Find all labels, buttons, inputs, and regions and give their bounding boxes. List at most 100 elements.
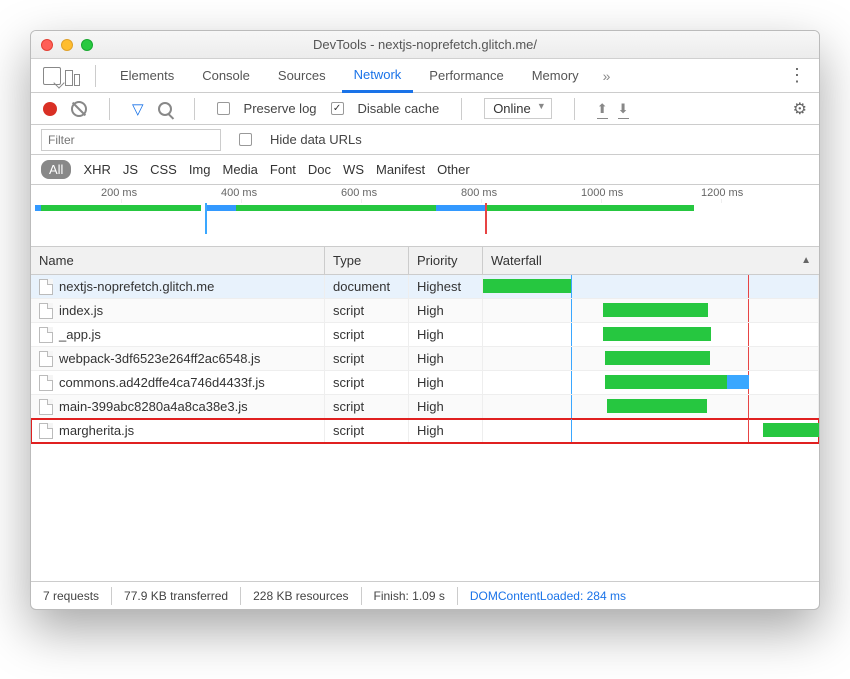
waterfall-cell bbox=[483, 347, 818, 370]
request-name: nextjs-noprefetch.glitch.me bbox=[59, 279, 214, 294]
waterfall-cell bbox=[483, 299, 818, 322]
upload-icon[interactable]: ⬆︎ bbox=[597, 101, 608, 117]
menu-icon[interactable]: ⋮ bbox=[788, 65, 807, 86]
disable-cache-checkbox[interactable] bbox=[331, 102, 344, 115]
filter-type-font[interactable]: Font bbox=[270, 162, 296, 177]
main-tabs: Elements Console Sources Network Perform… bbox=[31, 59, 819, 93]
titlebar: DevTools - nextjs-noprefetch.glitch.me/ bbox=[31, 31, 819, 59]
filter-type-all[interactable]: All bbox=[41, 160, 71, 179]
filter-type-xhr[interactable]: XHR bbox=[83, 162, 110, 177]
request-type: script bbox=[325, 371, 409, 394]
sort-arrow-icon: ▲ bbox=[801, 255, 811, 266]
table-row[interactable]: index.js scriptHigh bbox=[31, 299, 819, 323]
tab-memory[interactable]: Memory bbox=[520, 60, 591, 91]
tick-label: 800 ms bbox=[461, 187, 497, 199]
file-icon bbox=[39, 399, 53, 415]
throttling-select[interactable]: Online bbox=[484, 98, 552, 119]
waterfall-cell bbox=[483, 323, 818, 346]
file-icon bbox=[39, 327, 53, 343]
hide-data-urls-checkbox[interactable] bbox=[239, 133, 252, 146]
filter-icon[interactable]: ▽ bbox=[132, 100, 144, 118]
tick-label: 600 ms bbox=[341, 187, 377, 199]
column-type[interactable]: Type bbox=[325, 247, 409, 274]
tick-label: 200 ms bbox=[101, 187, 137, 199]
request-priority: High bbox=[409, 395, 483, 418]
file-icon bbox=[39, 303, 53, 319]
disable-cache-label: Disable cache bbox=[358, 101, 440, 116]
table-header: Name Type Priority Waterfall▲ bbox=[31, 247, 819, 275]
status-requests: 7 requests bbox=[43, 589, 99, 603]
tab-network[interactable]: Network bbox=[342, 59, 414, 93]
file-icon bbox=[39, 351, 53, 367]
file-icon bbox=[39, 279, 53, 295]
settings-icon[interactable]: ⚙ bbox=[793, 99, 807, 119]
record-button[interactable] bbox=[43, 102, 57, 116]
more-tabs-icon[interactable]: » bbox=[595, 68, 619, 84]
filter-type-ws[interactable]: WS bbox=[343, 162, 364, 177]
column-waterfall[interactable]: Waterfall▲ bbox=[483, 247, 819, 274]
waterfall-cell bbox=[483, 275, 818, 298]
filter-type-js[interactable]: JS bbox=[123, 162, 138, 177]
filter-type-media[interactable]: Media bbox=[222, 162, 257, 177]
request-type: script bbox=[325, 347, 409, 370]
waterfall-cell bbox=[483, 395, 818, 418]
filter-type-doc[interactable]: Doc bbox=[308, 162, 331, 177]
network-toolbar: ▽ Preserve log Disable cache Online ⬆︎ ⬇… bbox=[31, 93, 819, 125]
tab-console[interactable]: Console bbox=[190, 60, 262, 91]
request-priority: Highest bbox=[409, 275, 483, 298]
filter-input[interactable] bbox=[41, 129, 221, 151]
filter-type-css[interactable]: CSS bbox=[150, 162, 177, 177]
waterfall-cell bbox=[483, 419, 818, 442]
column-name[interactable]: Name bbox=[31, 247, 325, 274]
tab-sources[interactable]: Sources bbox=[266, 60, 338, 91]
status-finish: Finish: 1.09 s bbox=[374, 589, 445, 603]
request-type: script bbox=[325, 395, 409, 418]
tick-label: 1200 ms bbox=[701, 187, 743, 199]
devtools-window: DevTools - nextjs-noprefetch.glitch.me/ … bbox=[30, 30, 820, 610]
request-priority: High bbox=[409, 419, 483, 442]
filter-bar: Hide data URLs bbox=[31, 125, 819, 155]
status-resources: 228 KB resources bbox=[253, 589, 348, 603]
filter-type-img[interactable]: Img bbox=[189, 162, 211, 177]
request-type: script bbox=[325, 419, 409, 442]
status-bar: 7 requests 77.9 KB transferred 228 KB re… bbox=[31, 581, 819, 609]
download-icon[interactable]: ⬇︎ bbox=[618, 101, 629, 117]
tab-elements[interactable]: Elements bbox=[108, 60, 186, 91]
file-icon bbox=[39, 423, 53, 439]
filter-type-manifest[interactable]: Manifest bbox=[376, 162, 425, 177]
preserve-log-checkbox[interactable] bbox=[217, 102, 230, 115]
preserve-log-label: Preserve log bbox=[244, 101, 317, 116]
request-table: Name Type Priority Waterfall▲ nextjs-nop… bbox=[31, 247, 819, 581]
tick-label: 400 ms bbox=[221, 187, 257, 199]
table-row[interactable]: webpack-3df6523e264ff2ac6548.js scriptHig… bbox=[31, 347, 819, 371]
table-row[interactable]: main-399abc8280a4a8ca38e3.js scriptHigh bbox=[31, 395, 819, 419]
file-icon bbox=[39, 375, 53, 391]
request-priority: High bbox=[409, 371, 483, 394]
table-row[interactable]: _app.jsscriptHigh bbox=[31, 323, 819, 347]
request-type: document bbox=[325, 275, 409, 298]
table-row[interactable]: margherita.jsscriptHigh bbox=[31, 419, 819, 443]
request-priority: High bbox=[409, 323, 483, 346]
window-title: DevTools - nextjs-noprefetch.glitch.me/ bbox=[31, 37, 819, 52]
request-name: _app.js bbox=[59, 327, 101, 342]
inspect-element-icon[interactable] bbox=[43, 67, 61, 85]
column-priority[interactable]: Priority bbox=[409, 247, 483, 274]
waterfall-cell bbox=[483, 371, 818, 394]
request-name: main-399abc8280a4a8ca38e3.js bbox=[59, 399, 248, 414]
request-name: index.js bbox=[59, 303, 103, 318]
request-priority: High bbox=[409, 347, 483, 370]
table-row[interactable]: commons.ad42dffe4ca746d4433f.jsscriptHig… bbox=[31, 371, 819, 395]
table-row[interactable]: nextjs-noprefetch.glitch.me documentHighe… bbox=[31, 275, 819, 299]
status-transferred: 77.9 KB transferred bbox=[124, 589, 228, 603]
status-domcontentloaded[interactable]: DOMContentLoaded: 284 ms bbox=[470, 589, 626, 603]
request-name: webpack-3df6523e264ff2ac6548.js bbox=[59, 351, 260, 366]
hide-data-urls-label: Hide data URLs bbox=[270, 132, 362, 147]
tab-performance[interactable]: Performance bbox=[417, 60, 515, 91]
filter-type-other[interactable]: Other bbox=[437, 162, 470, 177]
request-type: script bbox=[325, 299, 409, 322]
search-icon[interactable] bbox=[158, 102, 172, 116]
clear-button[interactable] bbox=[71, 101, 87, 117]
timeline-overview[interactable]: 200 ms 400 ms 600 ms 800 ms 1000 ms 1200… bbox=[31, 185, 819, 247]
device-toolbar-icon[interactable] bbox=[65, 66, 83, 86]
request-priority: High bbox=[409, 299, 483, 322]
